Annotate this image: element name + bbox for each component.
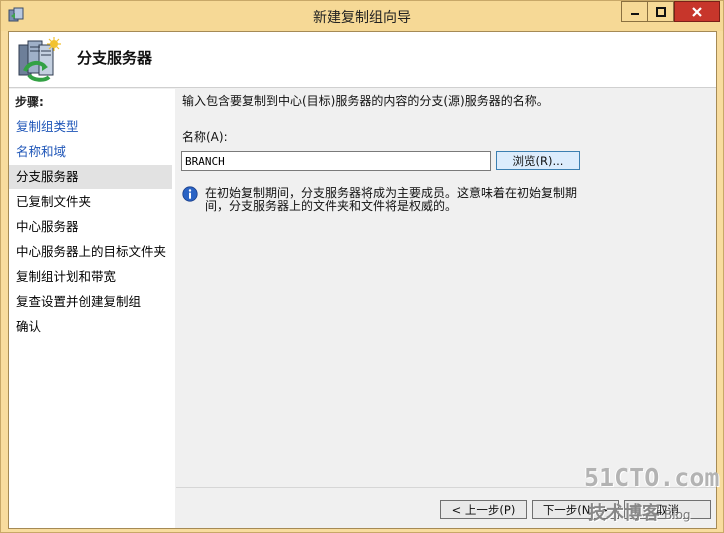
footer-separator (176, 487, 716, 488)
back-button[interactable]: < 上一步(P) (440, 500, 527, 519)
minimize-button[interactable] (621, 1, 648, 22)
cancel-button[interactable]: 取消 (624, 500, 711, 519)
wizard-header: 分支服务器 (9, 32, 716, 88)
step-branch-server: 分支服务器 (9, 165, 172, 189)
step-replication-group-type[interactable]: 复制组类型 (9, 115, 172, 139)
info-icon (182, 186, 198, 202)
next-button[interactable]: 下一步(N) > (532, 500, 619, 519)
steps-heading: 步骤: (15, 95, 44, 109)
step-name-and-domain[interactable]: 名称和域 (9, 140, 172, 164)
steps-sidebar: 步骤: 复制组类型 名称和域 分支服务器 已复制文件夹 中心服务器 中心服务器上… (9, 89, 175, 528)
wizard-client-area: 分支服务器 步骤: 复制组类型 名称和域 分支服务器 已复制文件夹 中心服务器 … (8, 31, 717, 529)
close-button[interactable] (674, 1, 720, 22)
maximize-button[interactable] (647, 1, 674, 22)
step-confirmation: 确认 (16, 319, 42, 334)
info-message: 在初始复制期间，分支服务器将成为主要成员。这意味着在初始复制期间，分支服务器上的… (205, 186, 578, 213)
window-title: 新建复制组向导 (313, 10, 411, 26)
step-hub-server: 中心服务器 (16, 219, 79, 234)
name-label: 名称(A): (182, 130, 228, 144)
minimize-icon (630, 12, 639, 15)
main-panel: 输入包含要复制到中心(目标)服务器的内容的分支(源)服务器的名称。 名称(A):… (176, 89, 716, 528)
step-review-and-create: 复查设置并创建复制组 (16, 294, 142, 309)
step-replicated-folder: 已复制文件夹 (16, 194, 92, 209)
branch-server-name-input[interactable] (181, 151, 491, 171)
maximize-icon (655, 6, 666, 17)
page-title: 分支服务器 (77, 49, 153, 67)
replication-server-icon (18, 37, 61, 82)
step-hub-target-folder: 中心服务器上的目标文件夹 (16, 244, 167, 259)
instruction-text: 输入包含要复制到中心(目标)服务器的内容的分支(源)服务器的名称。 (182, 94, 549, 108)
wizard-window: 新建复制组向导 分支服务器 步骤: 复制组类型 名称和域 分支服务器 已复制文件… (0, 0, 724, 533)
close-icon (692, 6, 702, 17)
step-schedule-and-bandwidth: 复制组计划和带宽 (16, 269, 117, 284)
browse-button[interactable]: 浏览(R)... (496, 151, 580, 170)
title-bar[interactable]: 新建复制组向导 (1, 1, 723, 31)
